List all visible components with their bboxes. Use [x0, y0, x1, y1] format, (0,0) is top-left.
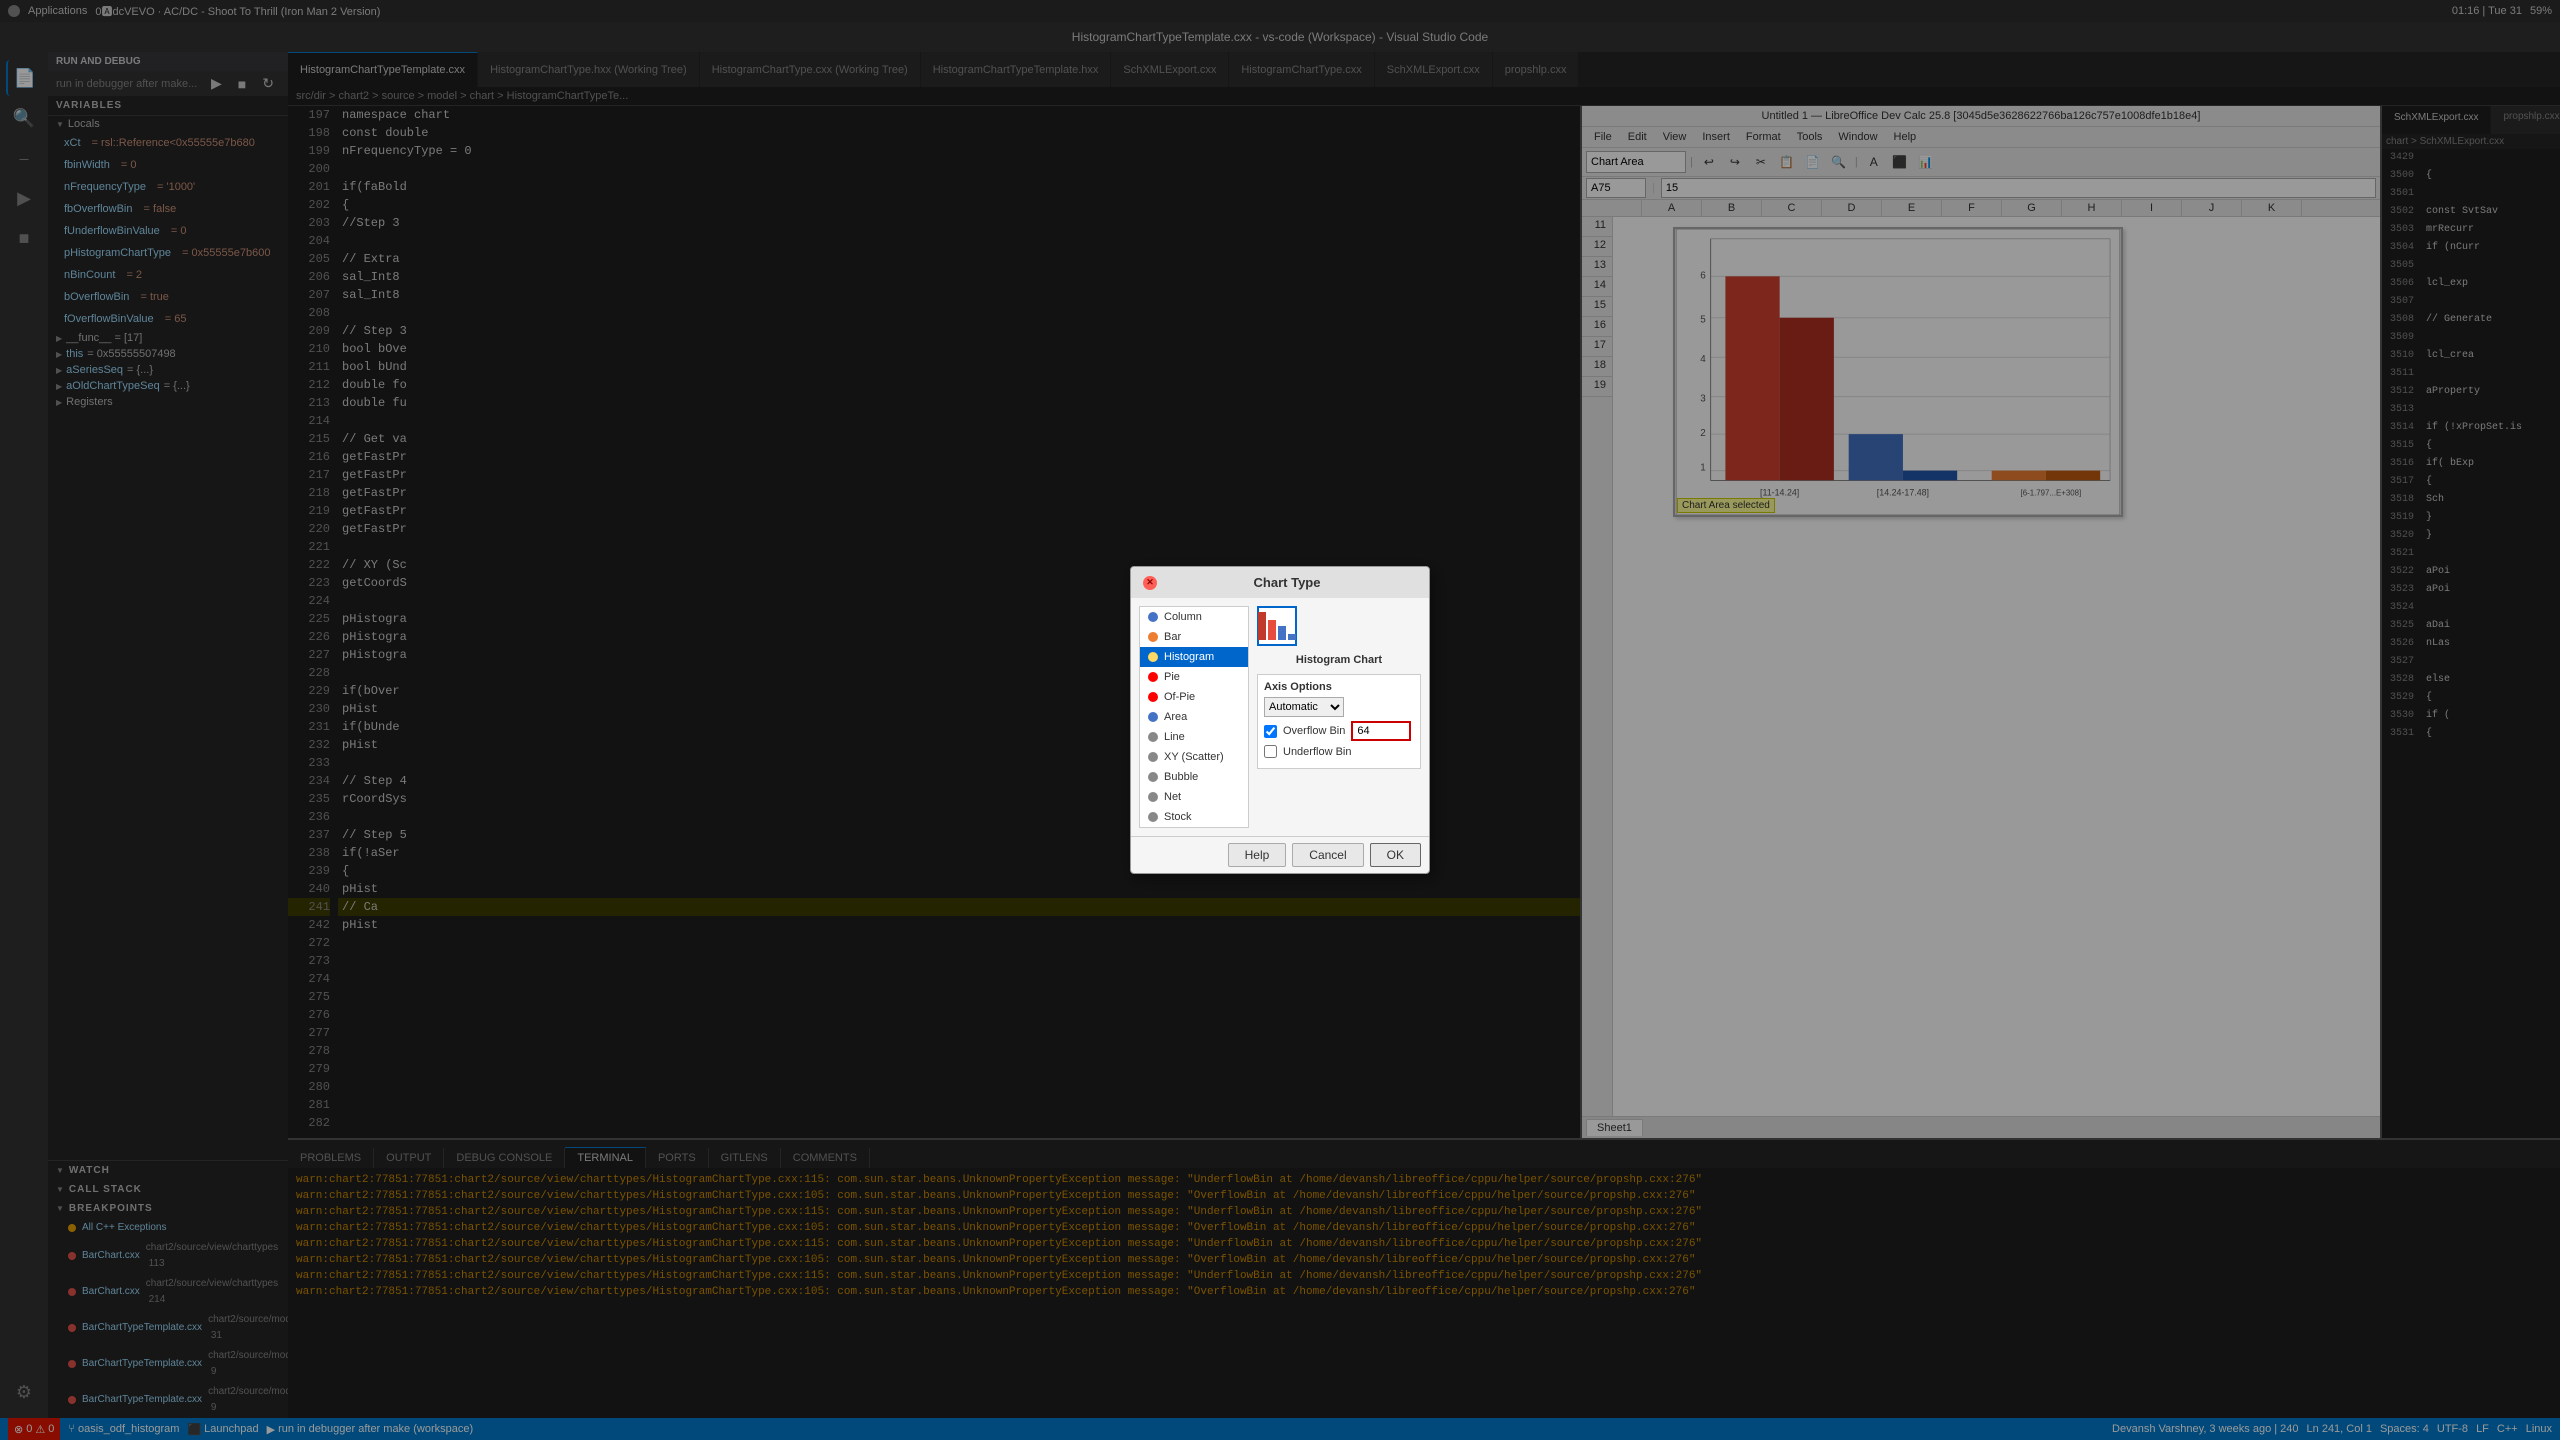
dialog-footer: Help Cancel OK	[1131, 836, 1429, 873]
chart-type-label: Net	[1164, 791, 1181, 803]
chart-type-dot	[1148, 632, 1158, 642]
mini-bar-2	[1268, 620, 1276, 640]
chart-type-label: Area	[1164, 711, 1187, 723]
chart-type-label: Line	[1164, 731, 1185, 743]
chart-type-item-area[interactable]: Area	[1140, 707, 1248, 727]
dialog-title: ✕ Chart Type	[1131, 567, 1429, 598]
help-button[interactable]: Help	[1228, 843, 1287, 867]
chart-preview-area: Histogram Chart Axis Options Automatic O…	[1257, 606, 1421, 828]
chart-type-dot	[1148, 612, 1158, 622]
axis-options-title: Axis Options	[1264, 681, 1414, 693]
chart-type-label: Bubble	[1164, 771, 1198, 783]
chart-type-item-net[interactable]: Net	[1140, 787, 1248, 807]
chart-type-label: Histogram	[1164, 651, 1214, 663]
underflow-bin-row: Underflow Bin	[1264, 745, 1414, 758]
chart-type-label: Pie	[1164, 671, 1180, 683]
chart-type-item-histogram[interactable]: Histogram	[1140, 647, 1248, 667]
chart-type-item-bubble[interactable]: Bubble	[1140, 767, 1248, 787]
chart-type-item-column[interactable]: Column	[1140, 607, 1248, 627]
chart-type-list: Column Bar Histogram Pie Of-Pie Area Line XY (S…	[1139, 606, 1249, 828]
chart-type-dot	[1148, 652, 1158, 662]
chart-type-dialog: ✕ Chart Type Column Bar Histogram Pie Of-Pie…	[1130, 566, 1430, 874]
axis-select-row: Automatic	[1264, 697, 1414, 717]
mini-bar-1	[1258, 612, 1266, 640]
overflow-bin-label: Overflow Bin	[1283, 725, 1345, 737]
chart-type-item-line[interactable]: Line	[1140, 727, 1248, 747]
chart-type-dot	[1148, 692, 1158, 702]
chart-type-dot	[1148, 792, 1158, 802]
underflow-bin-checkbox[interactable]	[1264, 745, 1277, 758]
chart-type-item-stock[interactable]: Stock	[1140, 807, 1248, 827]
dialog-close-btn[interactable]: ✕	[1143, 576, 1157, 590]
mini-bars-1	[1258, 612, 1296, 640]
chart-type-label: XY (Scatter)	[1164, 751, 1224, 763]
chart-type-label: Stock	[1164, 811, 1192, 823]
chart-type-label: Column	[1164, 611, 1202, 623]
chart-type-label: Bar	[1164, 631, 1181, 643]
chart-type-item-pie[interactable]: Pie	[1140, 667, 1248, 687]
axis-options: Axis Options Automatic Overflow Bin Unde…	[1257, 674, 1421, 769]
chart-subtype-1[interactable]	[1257, 606, 1297, 646]
chart-type-item-bar[interactable]: Bar	[1140, 627, 1248, 647]
dialog-body: Column Bar Histogram Pie Of-Pie Area Line XY (S…	[1131, 598, 1429, 836]
overflow-bin-checkbox[interactable]	[1264, 725, 1277, 738]
histogram-chart-label: Histogram Chart	[1257, 654, 1421, 666]
ok-button[interactable]: OK	[1370, 843, 1421, 867]
chart-type-label: Of-Pie	[1164, 691, 1195, 703]
cancel-button[interactable]: Cancel	[1292, 843, 1363, 867]
chart-subtypes	[1257, 606, 1421, 646]
chart-type-dot	[1148, 672, 1158, 682]
mini-bar-3	[1278, 626, 1286, 640]
chart-type-dot	[1148, 752, 1158, 762]
chart-type-dot	[1148, 812, 1158, 822]
chart-type-item-of-pie[interactable]: Of-Pie	[1140, 687, 1248, 707]
underflow-bin-label: Underflow Bin	[1283, 746, 1351, 758]
dialog-title-text: Chart Type	[1254, 575, 1321, 590]
mini-bar-4	[1288, 634, 1296, 640]
chart-type-dot	[1148, 772, 1158, 782]
chart-type-dot	[1148, 712, 1158, 722]
chart-type-item-xy-(scatter)[interactable]: XY (Scatter)	[1140, 747, 1248, 767]
overflow-bin-row: Overflow Bin	[1264, 721, 1414, 741]
overflow-bin-input[interactable]	[1351, 721, 1411, 741]
axis-select[interactable]: Automatic	[1264, 697, 1344, 717]
chart-type-dot	[1148, 732, 1158, 742]
dialog-overlay: ✕ Chart Type Column Bar Histogram Pie Of-Pie…	[0, 0, 2560, 1440]
